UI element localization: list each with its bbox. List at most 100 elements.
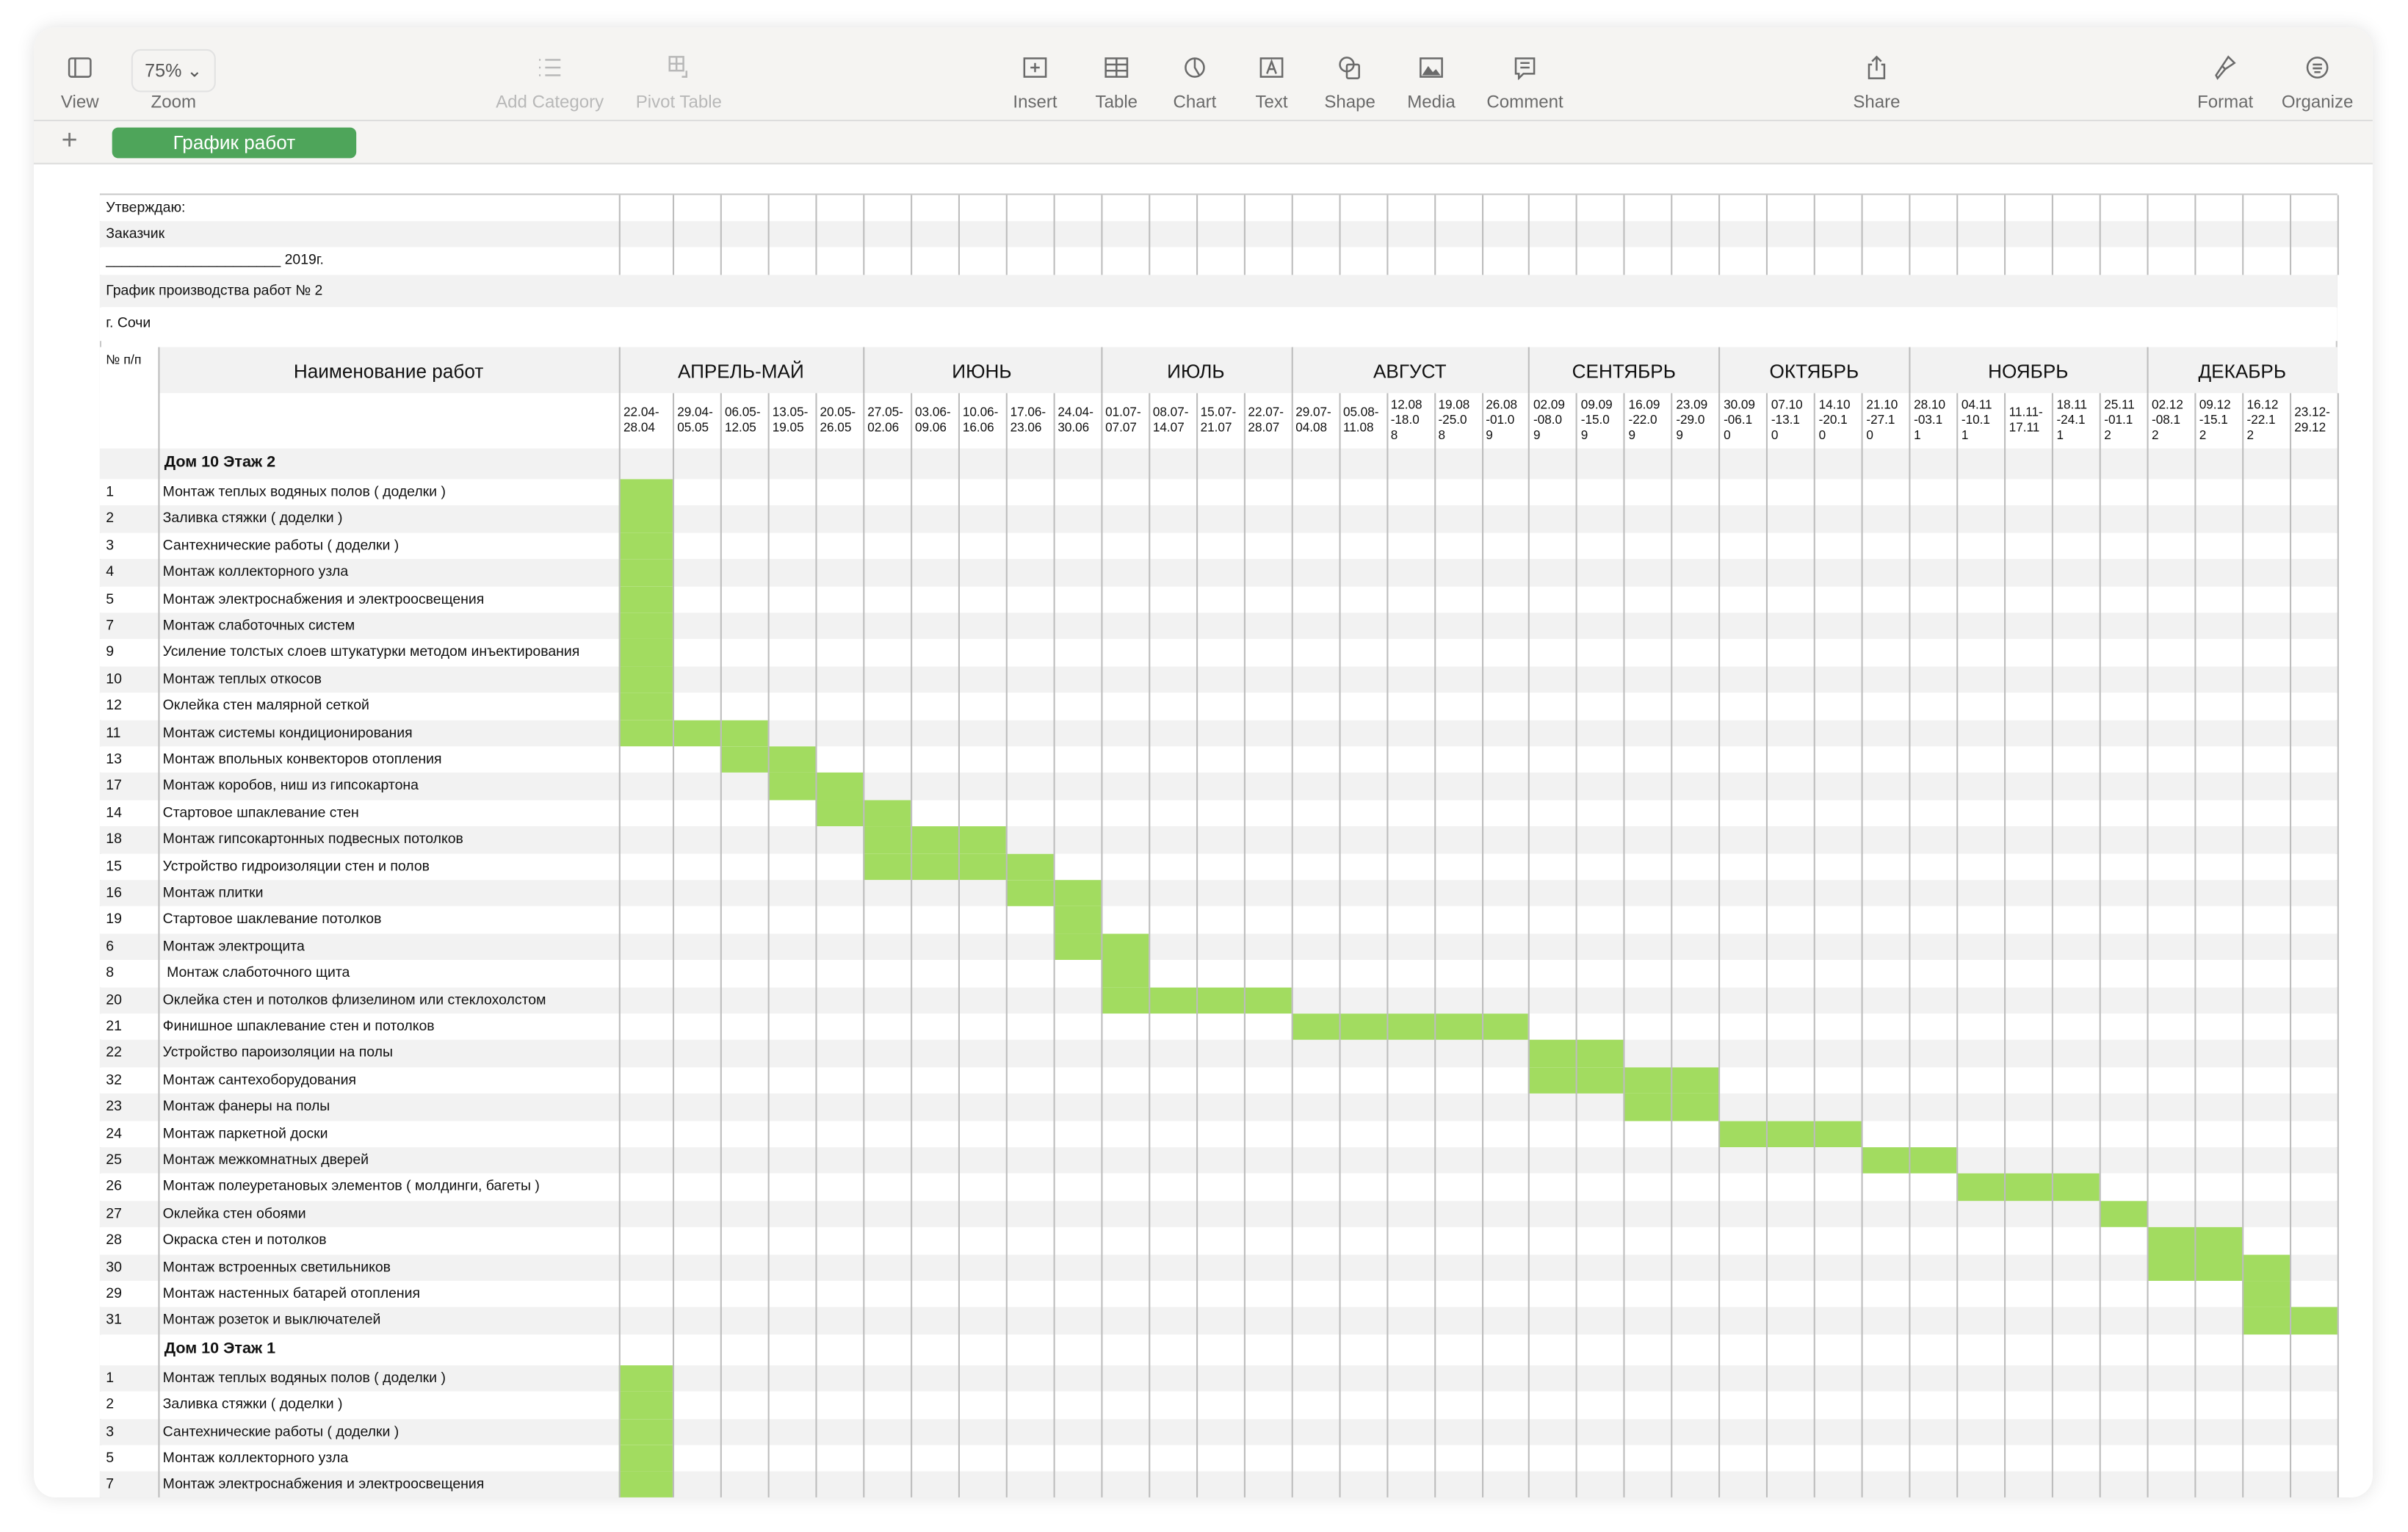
table-row[interactable]	[100, 1307, 2338, 1334]
table-row[interactable]	[100, 960, 2338, 986]
toolbar-zoom-button[interactable]: 75% ⌄ Zoom	[131, 28, 216, 120]
row-number[interactable]: 2	[106, 511, 114, 526]
gantt-bar[interactable]	[618, 613, 673, 640]
week-header[interactable]: 22.04- 28.04	[623, 405, 659, 436]
table-row[interactable]	[100, 1254, 2338, 1281]
row-number[interactable]: 15	[106, 859, 122, 873]
gantt-bar[interactable]	[618, 479, 673, 507]
gantt-bar[interactable]	[1956, 1174, 2100, 1202]
gantt-bar[interactable]	[862, 826, 1006, 854]
work-name[interactable]: Монтаж системы кондиционирования	[163, 725, 413, 740]
week-header[interactable]: 18.11 -24.1 1	[2056, 398, 2087, 444]
row-number[interactable]: 29	[106, 1286, 122, 1301]
table-row[interactable]	[100, 693, 2338, 720]
row-number[interactable]: 21	[106, 1019, 122, 1034]
week-header[interactable]: 29.04- 05.05	[677, 405, 713, 436]
week-header[interactable]: 19.08 -25.0 8	[1438, 398, 1469, 444]
table-row[interactable]	[100, 1067, 2338, 1094]
work-name[interactable]: Стартовое шпаклевание стен	[163, 805, 359, 820]
gantt-bar[interactable]	[2147, 1254, 2291, 1282]
approve-cell[interactable]: Утверждаю:	[106, 199, 185, 214]
gantt-bar[interactable]	[618, 505, 673, 533]
week-header[interactable]: 09.12 -15.1 2	[2199, 398, 2231, 444]
row-number[interactable]: 30	[106, 1259, 122, 1274]
week-header[interactable]: 05.08- 11.08	[1343, 405, 1379, 436]
gantt-bar[interactable]	[1100, 960, 1149, 988]
work-name[interactable]: Монтаж коробов, ниш из гипсокартона	[163, 778, 419, 793]
week-header[interactable]: 21.10 -27.1 0	[1866, 398, 1898, 444]
week-header[interactable]: 29.07- 04.08	[1295, 405, 1331, 436]
work-name[interactable]: Сантехнические работы ( доделки )	[163, 1423, 399, 1439]
row-number[interactable]: 23	[106, 1099, 122, 1114]
row-number[interactable]: 18	[106, 831, 122, 847]
gantt-bar[interactable]	[1290, 1013, 1529, 1041]
week-header[interactable]: 07.10 -13.1 0	[1771, 398, 1803, 444]
week-header[interactable]: 06.05- 12.05	[725, 405, 761, 436]
work-name[interactable]: Монтаж фанеры на полы	[163, 1099, 330, 1114]
week-header[interactable]: 03.06- 09.06	[915, 405, 951, 436]
week-header[interactable]: 10.06- 16.06	[963, 405, 999, 436]
table-row[interactable]	[100, 666, 2338, 693]
gantt-bar[interactable]	[618, 719, 768, 747]
month-header[interactable]: СЕНТЯБРЬ	[1529, 361, 1719, 382]
row-number[interactable]: 9	[106, 644, 114, 660]
work-name[interactable]: Монтаж электроснабжения и электроосвещен…	[163, 591, 485, 606]
work-name[interactable]: Монтаж встроенных светильников	[163, 1259, 391, 1274]
gantt-bar[interactable]	[1718, 1120, 1862, 1148]
row-number[interactable]: 3	[106, 538, 114, 553]
row-number[interactable]: 32	[106, 1072, 122, 1087]
table-row[interactable]	[100, 1121, 2338, 1147]
table-row[interactable]	[100, 1094, 2338, 1120]
column-header-no[interactable]: № п/п	[106, 353, 141, 366]
table-row[interactable]	[100, 1281, 2338, 1307]
week-header[interactable]: 25.11 -01.1 2	[2104, 398, 2135, 444]
week-header[interactable]: 02.09 -08.0 9	[1533, 398, 1565, 444]
work-name[interactable]: Монтаж межкомнатных дверей	[163, 1152, 369, 1167]
row-number[interactable]: 27	[106, 1206, 122, 1221]
table-row[interactable]	[100, 1013, 2338, 1040]
row-number[interactable]: 31	[106, 1312, 122, 1328]
work-name[interactable]: Финишное шпаклевание стен и потолков	[163, 1019, 435, 1034]
table-row[interactable]	[100, 1147, 2338, 1174]
work-name[interactable]: Монтаж настенных батарей отопления	[163, 1286, 420, 1301]
row-number[interactable]: 16	[106, 885, 122, 900]
table-row[interactable]	[100, 907, 2338, 933]
row-number[interactable]: 5	[106, 1450, 114, 1465]
week-header[interactable]: 12.08 -18.0 8	[1391, 398, 1422, 444]
gantt-bar[interactable]	[618, 532, 673, 560]
week-header[interactable]: 02.12 -08.1 2	[2152, 398, 2183, 444]
week-header[interactable]: 30.09 -06.1 0	[1724, 398, 1755, 444]
gantt-bar[interactable]	[618, 1418, 673, 1446]
toolbar-pivot-table-button[interactable]: Pivot Table	[618, 28, 740, 120]
toolbar-add-category-button[interactable]: Add Category	[488, 28, 611, 120]
table-row[interactable]	[100, 853, 2338, 880]
gantt-bar[interactable]	[618, 639, 673, 667]
work-name[interactable]: Монтаж розеток и выключателей	[163, 1312, 381, 1328]
date-line-cell[interactable]: ______________________ 2019г.	[106, 252, 324, 267]
work-name[interactable]: Монтаж слаботочных систем	[163, 618, 355, 633]
gantt-bar[interactable]	[618, 1365, 673, 1392]
work-name[interactable]: Устройство пароизоляции на полы	[163, 1045, 393, 1061]
toolbar-comment-button[interactable]: Comment	[1464, 28, 1586, 120]
row-number[interactable]: 1	[106, 1370, 114, 1385]
week-header[interactable]: 04.11 -10.1 1	[1962, 398, 1992, 444]
row-number[interactable]: 19	[106, 911, 122, 927]
table-row[interactable]	[100, 1392, 2338, 1418]
gantt-bar[interactable]	[618, 559, 673, 587]
row-number[interactable]: 4	[106, 564, 114, 579]
add-sheet-button[interactable]: +	[62, 124, 78, 156]
week-header[interactable]: 14.10 -20.1 0	[1819, 398, 1851, 444]
week-header[interactable]: 27.05- 02.06	[867, 405, 903, 436]
row-number[interactable]: 24	[106, 1125, 122, 1141]
work-name[interactable]: Монтаж коллекторного узла	[163, 1450, 349, 1465]
work-name[interactable]: Монтаж электроснабжения и электроосвещен…	[163, 1477, 485, 1492]
work-name[interactable]: Сантехнические работы ( доделки )	[163, 538, 399, 553]
zoom-select[interactable]: 75% ⌄	[131, 48, 216, 93]
gantt-bar[interactable]	[1053, 906, 1101, 934]
work-name[interactable]: Монтаж сантехоборудования	[163, 1072, 356, 1087]
customer-cell[interactable]: Заказчик	[106, 225, 164, 240]
week-header[interactable]: 26.08 -01.0 9	[1486, 398, 1517, 444]
row-number[interactable]: 13	[106, 751, 122, 767]
week-header[interactable]: 28.10 -03.1 1	[1914, 398, 1945, 444]
table-row[interactable]	[100, 1445, 2338, 1472]
